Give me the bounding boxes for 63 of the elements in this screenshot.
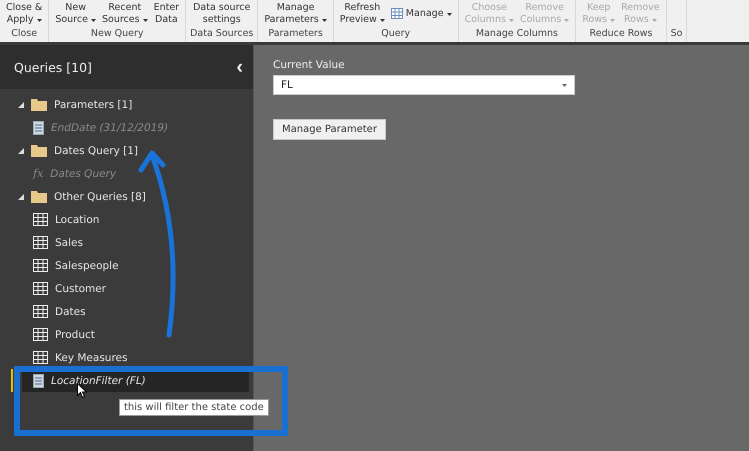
- ribbon-button[interactable]: Refresh Preview: [338, 0, 386, 27]
- query-group-label[interactable]: Other Queries [8]: [54, 190, 146, 202]
- ribbon-group-label: Close: [10, 27, 38, 41]
- dropdown-caret-icon: [36, 18, 42, 22]
- selection-marker: [11, 369, 13, 392]
- table-icon: [33, 282, 48, 295]
- ribbon-button[interactable]: Manage: [390, 0, 453, 27]
- mouse-pointer-icon: [77, 383, 87, 398]
- query-group-label[interactable]: Dates Query [1]: [54, 144, 138, 156]
- dropdown-caret-icon: [322, 18, 327, 22]
- query-item[interactable]: Dates: [55, 306, 86, 318]
- field-label: Current Value: [273, 59, 345, 71]
- collapse-button[interactable]: ‹: [236, 57, 243, 77]
- query-item[interactable]: Location: [55, 214, 100, 226]
- ribbon-group-label: Parameters: [267, 27, 324, 41]
- dropdown-caret-icon: [610, 18, 616, 22]
- ribbon-group-label: Data Sources: [189, 27, 254, 41]
- ribbon-group-label: So: [670, 27, 684, 41]
- current-value-dropdown[interactable]: FL: [273, 75, 575, 95]
- dropdown-caret-icon: [564, 18, 570, 22]
- ribbon-group-label: Manage Columns: [474, 27, 559, 41]
- table-icon: [33, 351, 48, 364]
- parameter-icon: [33, 120, 44, 134]
- ribbon-button[interactable]: Recent Sources: [100, 0, 149, 27]
- table-icon: [33, 213, 48, 226]
- ribbon-button[interactable]: Close & Apply: [5, 0, 44, 27]
- pane-title: Queries [10]: [14, 60, 92, 74]
- query-group-label[interactable]: Parameters [1]: [54, 98, 132, 110]
- dropdown-caret-icon: [380, 18, 385, 22]
- dropdown-caret-icon: [142, 18, 148, 22]
- expand-triangle-icon[interactable]: [18, 194, 24, 200]
- manage-parameter-button[interactable]: Manage Parameter: [273, 119, 386, 140]
- folder-icon: [31, 98, 47, 111]
- dropdown-caret-icon: [90, 18, 96, 22]
- expand-triangle-icon[interactable]: [18, 148, 24, 154]
- ribbon-group-label: Reduce Rows: [588, 27, 654, 41]
- folder-icon: [31, 144, 47, 157]
- tooltip: this will filter the state code: [119, 399, 269, 416]
- query-item[interactable]: Sales: [55, 236, 83, 248]
- query-item[interactable]: Salespeople: [55, 260, 119, 272]
- dropdown-caret-icon: [508, 18, 514, 22]
- ribbon-button[interactable]: New Source: [54, 0, 97, 27]
- table-icon: [33, 236, 48, 249]
- ribbon-button[interactable]: Data source settings: [192, 0, 252, 27]
- table-icon: [33, 305, 48, 318]
- dropdown-caret-icon: [562, 84, 567, 86]
- query-item[interactable]: Customer: [55, 282, 106, 294]
- ribbon-button[interactable]: Enter Data: [152, 0, 180, 27]
- query-item[interactable]: Key Measures: [55, 352, 128, 364]
- table-icon: [33, 259, 48, 272]
- dropdown-caret-icon: [652, 18, 657, 22]
- ribbon-button[interactable]: Manage Parameters: [263, 0, 328, 27]
- folder-icon: [31, 190, 47, 203]
- ribbon-group-label: Query: [380, 27, 412, 41]
- dropdown-caret-icon: [446, 12, 452, 16]
- expand-triangle-icon[interactable]: [18, 102, 24, 108]
- ribbon-group-label: New Query: [90, 27, 145, 41]
- parameter-icon: [33, 374, 44, 388]
- function-icon: fx: [33, 167, 44, 180]
- table-icon: [33, 328, 48, 341]
- query-item[interactable]: Product: [55, 328, 95, 340]
- query-item[interactable]: LocationFilter (FL): [51, 374, 146, 386]
- table-icon: [390, 8, 403, 19]
